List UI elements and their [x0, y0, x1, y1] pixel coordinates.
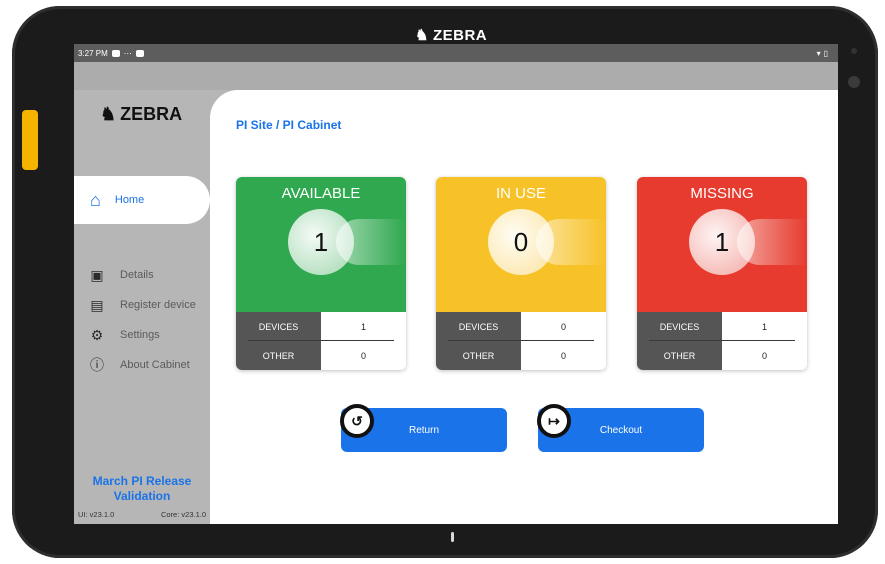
devices-row: DEVICES 1 — [236, 312, 406, 341]
sidebar-item-details[interactable]: ▣ Details — [88, 260, 196, 290]
row-label: DEVICES — [436, 312, 521, 341]
row-value: 0 — [521, 341, 606, 370]
card-title: AVAILABLE — [281, 185, 361, 202]
row-label: OTHER — [436, 341, 521, 370]
sidebar-item-register-device[interactable]: ▤ Register device — [88, 290, 196, 320]
app-top-bar — [74, 62, 838, 90]
status-bar: 3:27 PM ⋯ ▾ ▯ — [74, 44, 838, 62]
devices-row: DEVICES 1 — [637, 312, 807, 341]
devices-row: DEVICES 0 — [436, 312, 606, 341]
cabinet-icon: ▣ — [90, 266, 104, 283]
other-row: OTHER 0 — [436, 341, 606, 370]
missing-card[interactable]: MISSING 1 DEVICES 1 OTHER 0 — [637, 177, 807, 370]
ui-version: UI: v23.1.0 — [78, 510, 115, 519]
front-camera — [848, 76, 860, 88]
settings-icon: ⚙ — [90, 326, 104, 343]
release-line-1: March PI Release — [92, 474, 192, 488]
row-value: 0 — [321, 341, 406, 370]
card-title: MISSING — [690, 185, 754, 202]
bezel-logo: ♞ ZEBRA — [415, 26, 488, 45]
row-label: DEVICES — [236, 312, 321, 341]
status-time: 3:27 PM — [78, 48, 108, 58]
app-logo: ♞ ZEBRA — [100, 104, 182, 125]
other-row: OTHER 0 — [637, 341, 807, 370]
home-gesture-pill[interactable] — [451, 532, 454, 542]
count-bubble: 0 — [488, 209, 554, 275]
row-label: OTHER — [637, 341, 722, 370]
notification-icon — [111, 49, 120, 57]
register-device-icon: ▤ — [90, 296, 104, 313]
count-bubble: 1 — [689, 209, 755, 275]
release-name: March PI Release Validation — [74, 474, 210, 504]
checkout-label: Checkout — [599, 424, 643, 436]
core-version: Core: v23.1.0 — [160, 510, 206, 519]
version-info: UI: v23.1.0 Core: v23.1.0 — [78, 510, 206, 519]
sidebar-item-label: About Cabinet — [120, 359, 190, 371]
zebra-head-icon: ♞ — [415, 27, 429, 44]
available-card[interactable]: AVAILABLE 1 DEVICES 1 OTHER 0 — [236, 177, 406, 370]
row-value: 1 — [321, 312, 406, 341]
card-count: 1 — [714, 226, 730, 257]
card-title: IN USE — [495, 185, 546, 202]
card-count: 0 — [513, 226, 529, 257]
count-bubble: 1 — [288, 209, 354, 275]
row-value: 0 — [521, 312, 606, 341]
sidebar-item-label: Settings — [120, 329, 160, 341]
sidebar-item-home[interactable]: ⌂ Home — [74, 176, 210, 224]
notification-icon-3 — [135, 49, 144, 57]
other-row: OTHER 0 — [236, 341, 406, 370]
sensor — [851, 48, 857, 54]
home-icon: ⌂ — [90, 190, 101, 210]
notification-icon-2: ⋯ — [123, 48, 132, 58]
sidebar-item-about-cabinet[interactable]: ⓘ About Cabinet — [88, 350, 196, 380]
side-scan-button[interactable] — [22, 110, 38, 170]
row-value: 0 — [722, 341, 807, 370]
logo-text: ZEBRA — [120, 104, 183, 124]
sidebar-corner — [210, 90, 238, 118]
release-line-2: Validation — [113, 489, 171, 503]
battery-icon: ▯ — [823, 48, 828, 58]
sidebar-item-label: Details — [120, 269, 154, 281]
row-value: 1 — [722, 312, 807, 341]
bezel-brand: ZEBRA — [432, 26, 488, 44]
row-label: DEVICES — [637, 312, 722, 341]
return-label: Return — [408, 424, 439, 436]
sidebar-item-label: Register device — [120, 299, 196, 311]
sidebar-nav: ▣ Details ▤ Register device ⚙ Settings ⓘ… — [88, 260, 196, 380]
breadcrumb: PI Site / PI Cabinet — [236, 118, 342, 132]
sidebar-item-settings[interactable]: ⚙ Settings — [88, 320, 196, 350]
return-icon[interactable]: ↺ — [340, 404, 374, 438]
in-use-card[interactable]: IN USE 0 DEVICES 0 OTHER 0 — [436, 177, 606, 370]
wifi-icon: ▾ — [816, 48, 821, 58]
zebra-head-icon: ♞ — [100, 104, 117, 124]
checkout-icon[interactable]: ↦ — [537, 404, 571, 438]
card-count: 1 — [313, 226, 329, 257]
info-icon: ⓘ — [90, 357, 104, 373]
screen: 3:27 PM ⋯ ▾ ▯ ♞ ZEBRA ⌂ Home ▣ Details ▤… — [74, 44, 838, 524]
sidebar-item-label: Home — [114, 194, 145, 206]
row-label: OTHER — [236, 341, 321, 370]
